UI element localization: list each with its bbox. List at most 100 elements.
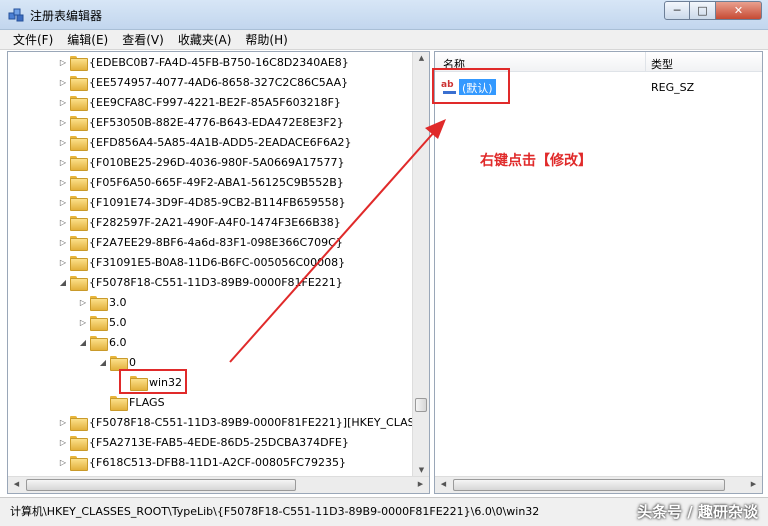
expand-arrow-icon[interactable]: ▷: [58, 158, 68, 167]
expand-arrow-icon[interactable]: ▷: [58, 438, 68, 447]
maximize-button[interactable]: □: [690, 1, 716, 20]
tree-node[interactable]: ▷ {EE574957-4077-4AD6-8658-327C2C86C5AA}: [58, 72, 348, 92]
regedit-icon: [8, 8, 24, 22]
tree-node[interactable]: ▷ {F282597F-2A21-490F-A4F0-1474F3E66B38}: [58, 212, 341, 232]
collapse-arrow-icon[interactable]: ◢: [98, 358, 108, 367]
collapse-arrow-icon[interactable]: ◢: [58, 278, 68, 287]
scroll-up-icon[interactable]: ▲: [413, 54, 429, 62]
menu-edit[interactable]: 编辑(E): [60, 30, 115, 50]
expand-arrow-icon[interactable]: ▷: [78, 318, 88, 327]
expand-arrow-icon[interactable]: ▷: [58, 178, 68, 187]
tree-node[interactable]: ▷ {EFD856A4-5A85-4A1B-ADD5-2EADACE6F6A2}: [58, 132, 352, 152]
column-header-type[interactable]: 类型: [651, 56, 673, 72]
tree-node[interactable]: ▷ {F618C513-DFB8-11D1-A2CF-00805FC79235}: [58, 452, 346, 472]
list-hscroll-thumb[interactable]: [453, 479, 725, 491]
expand-arrow-icon[interactable]: ▷: [58, 98, 68, 107]
expand-arrow-icon[interactable]: ▷: [58, 58, 68, 67]
tree-node[interactable]: ▷ {EDEBC0B7-FA4D-45FB-B750-16C8D2340AE8}: [58, 52, 349, 72]
tree-node[interactable]: ▷ {F05F6A50-665F-49F2-ABA1-56125C9B552B}: [58, 172, 344, 192]
column-divider[interactable]: [645, 52, 646, 72]
expand-arrow-icon[interactable]: ▷: [58, 118, 68, 127]
tree-node[interactable]: ▷ {EF53050B-882E-4776-B643-EDA472E8E3F2}: [58, 112, 344, 132]
folder-icon: [110, 355, 128, 371]
key-tree-pane[interactable]: ▷ {EDEBC0B7-FA4D-45FB-B750-16C8D2340AE8} ▷…: [7, 51, 430, 494]
tree-node-label[interactable]: {F618C513-DFB8-11D1-A2CF-00805FC79235}: [89, 456, 346, 469]
tree-node-label[interactable]: {F31091E5-B0A8-11D6-B6FC-005056C00008}: [89, 256, 345, 269]
menu-help[interactable]: 帮助(H): [238, 30, 294, 50]
scroll-down-icon[interactable]: ▼: [413, 466, 429, 474]
tree-node[interactable]: ▷ {EE9CFA8C-F997-4221-BE2F-85A5F603218F}: [58, 92, 341, 112]
tree-node-label[interactable]: {EF53050B-882E-4776-B643-EDA472E8E3F2}: [89, 116, 344, 129]
tree-node-label[interactable]: {F282597F-2A21-490F-A4F0-1474F3E66B38}: [89, 216, 341, 229]
minimize-button[interactable]: ─: [664, 1, 690, 20]
folder-icon: [70, 435, 88, 451]
tree-node-label[interactable]: {F5078F18-C551-11D3-89B9-0000F81FE221}][…: [89, 416, 415, 429]
close-button[interactable]: ✕: [716, 1, 762, 20]
value-name-default[interactable]: (默认): [459, 79, 496, 95]
tree-node-label[interactable]: {EE574957-4077-4AD6-8658-327C2C86C5AA}: [89, 76, 348, 89]
expand-arrow-icon[interactable]: ▷: [58, 238, 68, 247]
scroll-right-icon[interactable]: ▶: [412, 480, 429, 488]
scroll-left-icon[interactable]: ◀: [435, 480, 452, 488]
tree-node-label[interactable]: 3.0: [109, 296, 127, 309]
tree-node-label[interactable]: {EDEBC0B7-FA4D-45FB-B750-16C8D2340AE8}: [89, 56, 349, 69]
tree-node[interactable]: win32: [118, 372, 182, 392]
tree-node[interactable]: ▷ {F31091E5-B0A8-11D6-B6FC-005056C00008}: [58, 252, 345, 272]
tree-node-label[interactable]: FLAGS: [129, 396, 165, 409]
scroll-left-icon[interactable]: ◀: [8, 480, 25, 488]
tree-node-label[interactable]: {F05F6A50-665F-49F2-ABA1-56125C9B552B}: [89, 176, 344, 189]
tree-node[interactable]: ▷ 3.0: [78, 292, 127, 312]
list-header: 名称 类型: [435, 52, 762, 72]
tree-node-label[interactable]: {F1091E74-3D9F-4D85-9CB2-B114FB659558}: [89, 196, 346, 209]
expand-arrow-icon[interactable]: ▷: [58, 418, 68, 427]
tree-scroll-thumb[interactable]: [415, 398, 427, 412]
folder-icon: [70, 195, 88, 211]
tree-node[interactable]: FLAGS: [98, 392, 165, 412]
expand-arrow-icon[interactable]: ▷: [78, 298, 88, 307]
tree-node[interactable]: ▷ {F5078F18-C551-11D3-89B9-0000F81FE221}]…: [58, 412, 415, 432]
tree-vertical-scrollbar[interactable]: ▲ ▼: [412, 52, 429, 476]
tree-node-label[interactable]: {F5078F18-C551-11D3-89B9-0000F81FE221}: [89, 276, 343, 289]
tree-node-label[interactable]: {F5A2713E-FAB5-4EDE-86D5-25DCBA374DFE}: [89, 436, 349, 449]
tree-horizontal-scrollbar[interactable]: ◀ ▶: [8, 476, 429, 493]
folder-icon: [70, 55, 88, 71]
folder-icon: [90, 315, 108, 331]
tree-node[interactable]: ▷ 5.0: [78, 312, 127, 332]
expand-arrow-icon[interactable]: ▷: [58, 458, 68, 467]
collapse-arrow-icon[interactable]: ◢: [78, 338, 88, 347]
value-type-default: REG_SZ: [651, 81, 695, 94]
tree-node-label[interactable]: {EFD856A4-5A85-4A1B-ADD5-2EADACE6F6A2}: [89, 136, 352, 149]
tree-node-label[interactable]: {F2A7EE29-8BF6-4a6d-83F1-098E366C709C}: [89, 236, 343, 249]
column-header-name[interactable]: 名称: [443, 56, 465, 72]
folder-icon: [70, 75, 88, 91]
folder-icon: [70, 215, 88, 231]
tree-node[interactable]: ▷ {F010BE25-296D-4036-980F-5A0669A17577}: [58, 152, 345, 172]
tree-node[interactable]: ▷ {F1091E74-3D9F-4D85-9CB2-B114FB659558}: [58, 192, 346, 212]
folder-icon: [70, 235, 88, 251]
tree-node[interactable]: ▷ {F2A7EE29-8BF6-4a6d-83F1-098E366C709C}: [58, 232, 343, 252]
values-list-pane[interactable]: 名称 类型 ab (默认) REG_SZ ◀ ▶: [434, 51, 763, 494]
tree-node-label[interactable]: win32: [149, 376, 182, 389]
tree-node-label[interactable]: 0: [129, 356, 136, 369]
tree-hscroll-thumb[interactable]: [26, 479, 296, 491]
tree-node-label[interactable]: {EE9CFA8C-F997-4221-BE2F-85A5F603218F}: [89, 96, 341, 109]
menu-file[interactable]: 文件(F): [6, 30, 60, 50]
expand-arrow-icon[interactable]: ▷: [58, 218, 68, 227]
tree-node[interactable]: ▷ {F5A2713E-FAB5-4EDE-86D5-25DCBA374DFE}: [58, 432, 349, 452]
menu-view[interactable]: 查看(V): [115, 30, 171, 50]
folder-icon: [70, 455, 88, 471]
tree-node[interactable]: ◢ {F5078F18-C551-11D3-89B9-0000F81FE221}: [58, 272, 343, 292]
expand-arrow-icon[interactable]: ▷: [58, 198, 68, 207]
tree-node[interactable]: ◢ 6.0: [78, 332, 127, 352]
expand-arrow-icon[interactable]: ▷: [58, 258, 68, 267]
scroll-right-icon[interactable]: ▶: [745, 480, 762, 488]
title-bar: 注册表编辑器 ─ □ ✕: [0, 0, 768, 30]
list-horizontal-scrollbar[interactable]: ◀ ▶: [435, 476, 762, 493]
expand-arrow-icon[interactable]: ▷: [58, 78, 68, 87]
tree-node-label[interactable]: 6.0: [109, 336, 127, 349]
menu-favorites[interactable]: 收藏夹(A): [171, 30, 239, 50]
expand-arrow-icon[interactable]: ▷: [58, 138, 68, 147]
tree-node[interactable]: ◢ 0: [98, 352, 136, 372]
tree-node-label[interactable]: 5.0: [109, 316, 127, 329]
tree-node-label[interactable]: {F010BE25-296D-4036-980F-5A0669A17577}: [89, 156, 345, 169]
